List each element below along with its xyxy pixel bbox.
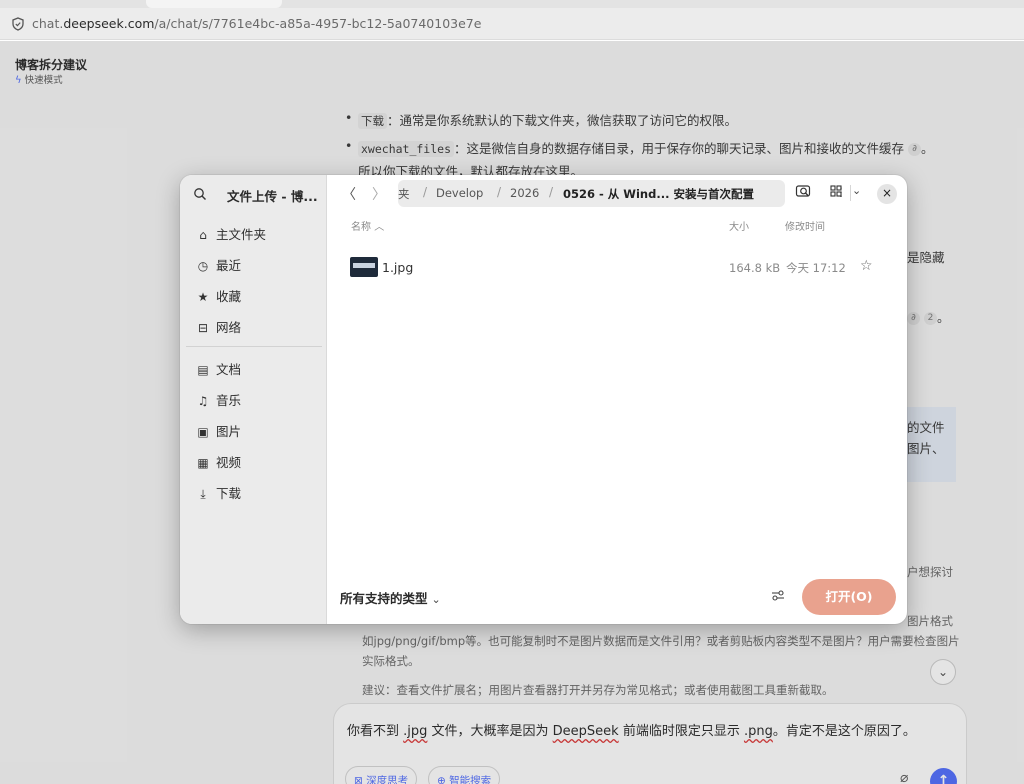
sidebar-item-video[interactable]: ▦ 视频	[195, 452, 320, 474]
file-size: 164.8 kB	[729, 261, 781, 275]
column-header-size[interactable]: 大小	[729, 218, 749, 233]
download-icon: ⤓	[200, 487, 206, 501]
sidebar-item-label: 收藏	[216, 289, 242, 304]
url-text[interactable]: chat.deepseek.com/a/chat/s/7761e4bc-a85a…	[32, 16, 481, 31]
network-icon: ⊟	[197, 321, 209, 335]
site-security-icon[interactable]	[11, 17, 25, 31]
home-icon: ⌂	[199, 228, 207, 242]
sidebar-item-music[interactable]: ♫ 音乐	[195, 390, 320, 412]
options-toggle-icon[interactable]	[770, 588, 786, 604]
video-icon: ▦	[197, 456, 209, 470]
star-icon[interactable]: ☆	[860, 258, 873, 274]
sidebar-header: 文件上传 - 博...	[180, 175, 327, 213]
sidebar-item-label: 文档	[216, 362, 242, 377]
sidebar-item-star[interactable]: ★ 收藏	[195, 286, 320, 308]
close-dialog-button[interactable]: ×	[877, 184, 897, 204]
sidebar-item-label: 音乐	[216, 393, 242, 408]
search-files-icon[interactable]	[795, 183, 811, 199]
toolbar-divider	[850, 185, 851, 201]
grid-view-icon[interactable]	[828, 183, 844, 199]
chevron-down-icon: ⌄	[431, 593, 441, 606]
active-tab[interactable]	[146, 0, 282, 8]
image-thumbnail	[350, 257, 378, 277]
places-sidebar: 文件上传 - 博... ⌂ 主文件夹 ◷ 最近 ★ 收藏 ⊟ 网络 ▤ 文档 ♫ 音乐 ▣ 图片 ▦ 视频 ⤓…	[180, 175, 327, 624]
sidebar-item-label: 下载	[216, 486, 242, 501]
forward-button[interactable]: 〉	[372, 184, 386, 204]
breadcrumb-item[interactable]: 夹	[398, 186, 410, 202]
picture-icon: ▣	[197, 425, 209, 439]
sidebar-item-home[interactable]: ⌂ 主文件夹	[195, 224, 320, 246]
sidebar-item-label: 网络	[216, 320, 242, 335]
recent-icon: ◷	[197, 259, 209, 273]
path-bar: 夹 / Develop / 2026 / 0526 - 从 Wind... 安装…	[398, 180, 847, 207]
back-button[interactable]: 〈	[342, 184, 356, 204]
breadcrumb-separator: /	[549, 185, 554, 199]
column-header-name[interactable]: 名称 ︿	[351, 218, 384, 233]
file-name: 1.jpg	[382, 260, 414, 275]
sort-ascending-icon: ︿	[374, 222, 385, 233]
document-icon: ▤	[197, 363, 209, 377]
address-bar[interactable]: chat.deepseek.com/a/chat/s/7761e4bc-a85a…	[0, 8, 1024, 40]
breadcrumb-current[interactable]: 0526 - 从 Wind... 安装与首次配置	[563, 186, 754, 202]
sidebar-item-document[interactable]: ▤ 文档	[195, 359, 320, 381]
sidebar-item-label: 图片	[216, 424, 242, 439]
breadcrumb-item[interactable]: Develop	[436, 186, 483, 200]
sidebar-item-label: 主文件夹	[216, 227, 267, 242]
open-button[interactable]: 打开(O)	[802, 579, 896, 615]
close-icon: ×	[881, 186, 893, 200]
dialog-header-bar: 〈 〉 夹 / Develop / 2026 / 0526 - 从 Wind..…	[328, 175, 907, 213]
search-icon[interactable]	[193, 187, 207, 201]
sidebar-item-picture[interactable]: ▣ 图片	[195, 421, 320, 443]
music-icon: ♫	[197, 394, 209, 408]
column-header-modified[interactable]: 修改时间	[785, 218, 825, 233]
sidebar-divider	[186, 346, 322, 347]
file-type-filter[interactable]: 所有支持的类型 ⌄	[340, 588, 441, 607]
file-chooser-dialog: 文件上传 - 博... ⌂ 主文件夹 ◷ 最近 ★ 收藏 ⊟ 网络 ▤ 文档 ♫ 音乐 ▣ 图片 ▦ 视频 ⤓…	[180, 175, 907, 624]
file-modified: 今天 17:12	[786, 261, 846, 275]
breadcrumb-item[interactable]: 2026	[510, 186, 539, 200]
sidebar-item-label: 最近	[216, 258, 242, 273]
sidebar-item-download[interactable]: ⤓ 下载	[195, 483, 320, 505]
breadcrumb-separator: /	[497, 185, 502, 199]
dialog-title: 文件上传 - 博...	[227, 189, 318, 204]
sidebar-item-label: 视频	[216, 455, 242, 470]
star-icon: ★	[197, 290, 209, 304]
sidebar-item-network[interactable]: ⊟ 网络	[195, 317, 320, 339]
file-row[interactable]: 1.jpg 164.8 kB 今天 17:12 ☆	[340, 253, 900, 283]
sidebar-item-recent[interactable]: ◷ 最近	[195, 255, 320, 277]
breadcrumb-separator: /	[423, 185, 428, 199]
tab-strip	[0, 0, 1024, 8]
view-options-chevron-icon[interactable]: ⌄	[852, 184, 861, 197]
